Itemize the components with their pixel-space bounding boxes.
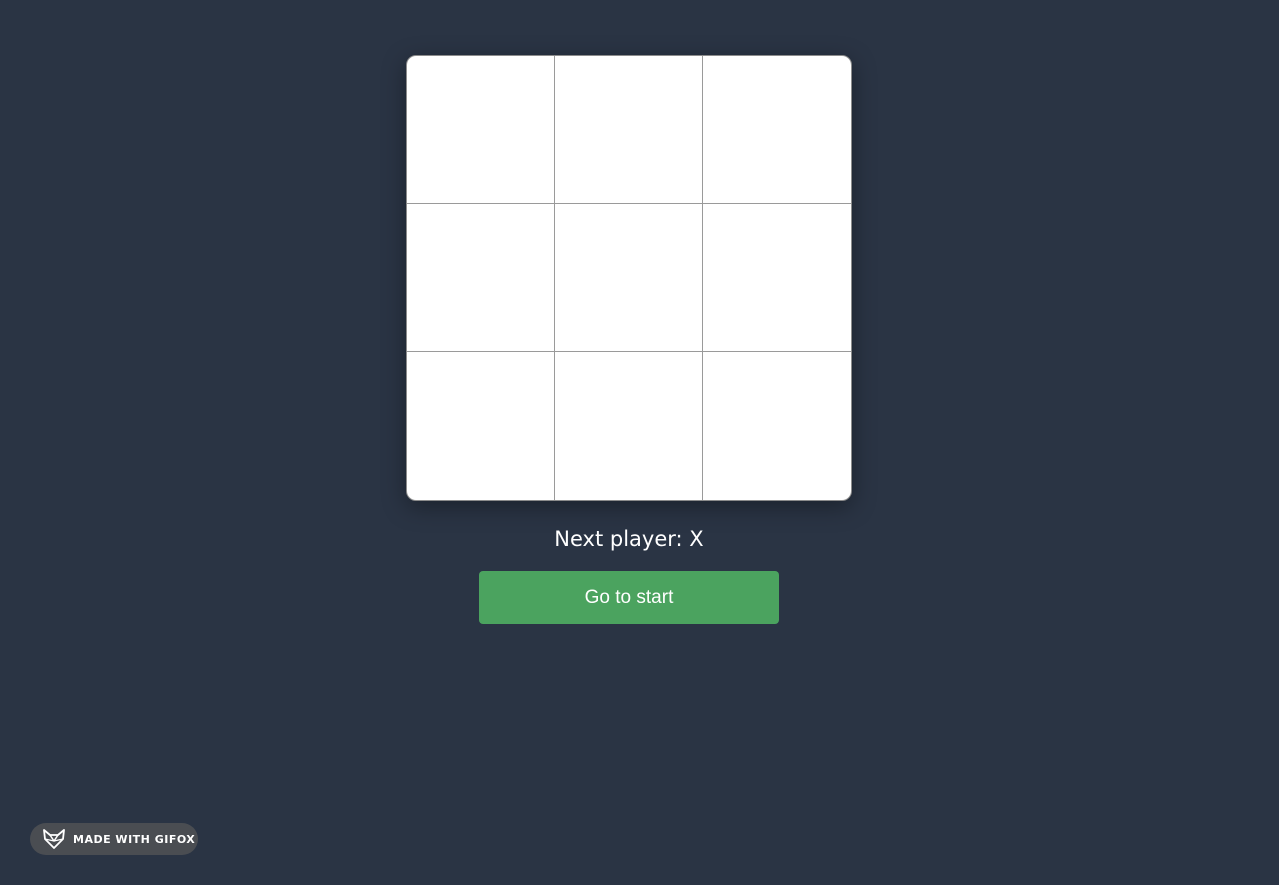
gifox-badge: MADE WITH GIFOX xyxy=(30,823,198,855)
board-cell-7[interactable] xyxy=(555,352,703,500)
game-page: Next player: X Go to start MADE WITH GIF… xyxy=(0,0,1279,885)
board-cell-8[interactable] xyxy=(703,352,851,500)
board-cell-5[interactable] xyxy=(703,204,851,352)
fox-icon xyxy=(42,829,66,849)
board-cell-1[interactable] xyxy=(555,56,703,204)
board-cell-2[interactable] xyxy=(703,56,851,204)
gifox-label: MADE WITH GIFOX xyxy=(73,832,196,846)
go-to-start-button[interactable]: Go to start xyxy=(479,571,779,624)
board-cell-0[interactable] xyxy=(407,56,555,204)
tic-tac-toe-board xyxy=(406,55,852,501)
board-cell-3[interactable] xyxy=(407,204,555,352)
game-status: Next player: X xyxy=(554,527,704,551)
board-cell-4[interactable] xyxy=(555,204,703,352)
board-cell-6[interactable] xyxy=(407,352,555,500)
